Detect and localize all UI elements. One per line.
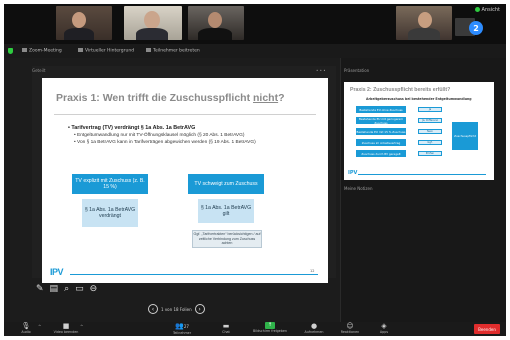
next-slide-button[interactable]: ›: [194, 304, 205, 314]
next-slide-preview[interactable]: Praxis 2: Zuschusspflicht bereits erfüll…: [344, 82, 494, 180]
bullet-main: • Tarifvertrag (TV) verdrängt § 1a Abs. …: [68, 125, 196, 131]
share-options-icon[interactable]: • • •: [316, 68, 326, 73]
magnifier-icon[interactable]: ⌕: [64, 285, 69, 294]
chat-button[interactable]: ▬ Chat: [206, 322, 246, 334]
preview-subtitle: Arbeitgeberzuschuss bei bestehender Entg…: [366, 97, 472, 101]
monitor-icon[interactable]: ▭: [75, 285, 84, 294]
preview-logo: IPV: [348, 170, 358, 176]
preview-box: Zuschuss durch BV geregelt: [356, 150, 406, 157]
flow-box-note: Ggf. „Tarifvertrakten“ berücksichtigen /…: [192, 230, 262, 248]
preview-box: Bestehende EU mit geringerem Zuschuss: [356, 117, 406, 125]
meeting-toolbar: 🎙 Audio ^ ■ Video beenden ^ 👥27 Teilnehm…: [4, 322, 506, 336]
participant-thumbnail[interactable]: [56, 6, 112, 40]
apps-icon: ◈: [381, 322, 387, 330]
participant-strip: 2 Ansicht: [4, 4, 506, 44]
flow-box-displaced: § 1a Abs. 1a BetrAVG verdrängt: [82, 199, 138, 227]
participants-icon: 👥27: [175, 322, 189, 330]
preview-footer-line: [358, 174, 486, 175]
slide-divider: [54, 114, 316, 115]
view-toggle[interactable]: Ansicht: [474, 7, 500, 13]
share-header: Geteilt: [32, 68, 46, 73]
active-speaker-badge[interactable]: 2: [469, 21, 483, 35]
slide-bullets: • Tarifvertrag (TV) verdrängt § 1a Abs. …: [68, 125, 308, 147]
bullet-sub: • Von § 1a BetrAVG kann in Tarifverträge…: [74, 140, 256, 146]
highlighter-icon[interactable]: ▤: [50, 285, 59, 294]
tab-icon: [22, 48, 27, 52]
end-meeting-button[interactable]: Beenden: [474, 324, 500, 334]
participant-thumbnail[interactable]: [124, 6, 182, 40]
presentation-slide: Praxis 1: Wen trifft die Zuschusspflicht…: [42, 78, 328, 283]
shield-icon[interactable]: [8, 48, 13, 54]
preview-box: Bestehende EU ohne Zuschuss: [356, 106, 406, 113]
preview-box: Bestehende EU mit 15 % Zuschuss: [356, 128, 406, 135]
slide-title: Praxis 1: Wen trifft die Zuschusspflicht…: [56, 92, 285, 104]
preview-result: Ggf.: [418, 140, 442, 145]
slide-pager: ‹ 1 von 18 Folien ›: [148, 304, 205, 314]
annotation-toolbar: ✎ ▤ ⌕ ▭ ⊖: [36, 285, 97, 294]
apps-button[interactable]: ◈ Apps: [364, 322, 404, 334]
chat-icon: ▬: [222, 322, 230, 330]
preview-result: Prüfen: [418, 151, 442, 156]
slide-counter: 1 von 18 Folien: [161, 306, 192, 312]
preview-result: Ja: [418, 107, 442, 112]
slide-number: 12: [310, 269, 315, 273]
flow-box-tv-silent: TV schweigt zum Zuschuss: [188, 174, 264, 194]
preview-result: Ja, Differenz: [418, 118, 442, 123]
tab-background[interactable]: Virtueller Hintergrund: [78, 48, 134, 54]
share-screen-icon: ↑: [265, 322, 275, 329]
participants-button[interactable]: 👥27 Teilnehmer: [162, 322, 202, 335]
pen-icon[interactable]: ✎: [36, 285, 44, 294]
video-options-chevron-icon[interactable]: ^: [80, 324, 83, 329]
view-grid-icon: [474, 7, 480, 12]
flow-box-tv-explicit: TV explizit mit Zuschuss (z. B. 15 %): [72, 174, 148, 194]
bullet-sub: • Entgeltumwandlung nur mit TV-Öffnungsk…: [74, 133, 245, 138]
tab-icon: [146, 48, 151, 52]
preview-side-box: Zuschusspflicht: [452, 122, 478, 150]
notes-label: Meine Notizen: [344, 186, 373, 191]
presentation-label: Präsentation: [344, 68, 370, 73]
meeting-tab-row: Zoom-Meeting Virtueller Hintergrund Teil…: [4, 44, 506, 58]
tab-meeting[interactable]: Zoom-Meeting: [22, 48, 62, 54]
record-icon: ●: [310, 322, 318, 330]
tab-icon: [78, 48, 83, 52]
participant-thumbnail[interactable]: [396, 6, 452, 40]
slide-footer-line: [70, 274, 318, 275]
preview-box: Zuschuss im Arbeitsvertrag: [356, 139, 406, 146]
preview-title: Praxis 2: Zuschusspflicht bereits erfüll…: [350, 87, 451, 93]
previous-slide-button[interactable]: ‹: [148, 304, 158, 314]
audio-options-chevron-icon[interactable]: ^: [38, 324, 41, 329]
preview-result: Nein: [418, 129, 442, 134]
flow-box-applies: § 1a Abs. 1a BetrAVG gilt: [198, 199, 254, 223]
more-icon[interactable]: ⊖: [90, 285, 98, 294]
zoom-window: 2 Ansicht Zoom-Meeting Virtueller Hinter…: [4, 4, 506, 336]
tab-join[interactable]: Teilnehmer beitreten: [146, 48, 200, 54]
record-button[interactable]: ● Aufnehmen: [294, 322, 334, 334]
slide-logo: IPV: [50, 267, 64, 277]
share-screen-button[interactable]: ↑ Bildschirm freigeben: [250, 322, 290, 333]
participant-thumbnail[interactable]: [188, 6, 244, 40]
